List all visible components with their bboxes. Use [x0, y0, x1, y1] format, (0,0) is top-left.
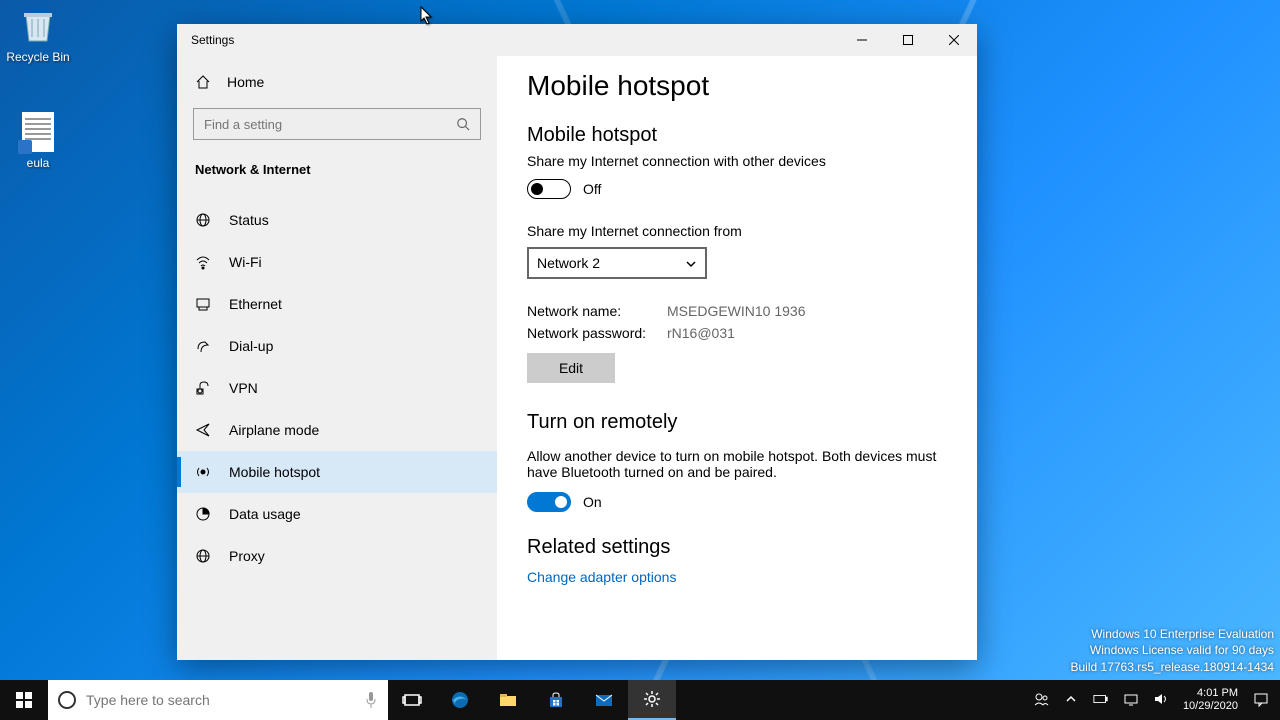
taskbar-app-settings[interactable]	[628, 680, 676, 720]
network-tray-icon[interactable]	[1123, 691, 1139, 710]
sidebar-item-airplane[interactable]: Airplane mode	[177, 409, 497, 451]
remote-toggle-state: On	[583, 494, 602, 510]
vpn-icon	[195, 380, 211, 396]
mouse-cursor	[420, 6, 434, 26]
home-label: Home	[227, 74, 264, 90]
sidebar-item-wifi[interactable]: Wi-Fi	[177, 241, 497, 283]
taskbar-clock[interactable]: 4:01 PM 10/29/2020	[1183, 687, 1238, 713]
airplane-icon	[195, 422, 211, 438]
sidebar-item-datausage[interactable]: Data usage	[177, 493, 497, 535]
status-icon	[195, 212, 211, 228]
hotspot-sub: Share my Internet connection with other …	[527, 153, 947, 169]
taskbar-search[interactable]	[48, 680, 388, 720]
clock-date: 10/29/2020	[1183, 700, 1238, 713]
hotspot-toggle-state: Off	[583, 181, 601, 197]
sidebar-item-label: Status	[229, 212, 269, 228]
datausage-icon	[195, 506, 211, 522]
network-name-value: MSEDGEWIN10 1936	[667, 303, 806, 319]
home-icon	[195, 74, 211, 90]
volume-icon[interactable]	[1153, 691, 1169, 710]
related-heading: Related settings	[527, 536, 947, 559]
sidebar-item-label: VPN	[229, 380, 258, 396]
sidebar-item-label: Mobile hotspot	[229, 464, 320, 480]
sidebar-item-dialup[interactable]: Dial-up	[177, 325, 497, 367]
titlebar[interactable]: Settings	[177, 24, 977, 56]
text-file-icon	[22, 112, 54, 152]
remote-heading: Turn on remotely	[527, 411, 947, 434]
share-from-label: Share my Internet connection from	[527, 223, 947, 239]
sidebar-item-label: Ethernet	[229, 296, 282, 312]
sidebar-item-label: Data usage	[229, 506, 301, 522]
battery-icon[interactable]	[1093, 691, 1109, 710]
sidebar-item-label: Dial-up	[229, 338, 273, 354]
taskbar-app-mail[interactable]	[580, 680, 628, 720]
mic-icon	[364, 691, 378, 709]
sidebar-item-label: Airplane mode	[229, 422, 319, 438]
sidebar-item-hotspot[interactable]: Mobile hotspot	[177, 451, 497, 493]
cortana-icon	[58, 691, 76, 709]
taskbar-app-edge[interactable]	[436, 680, 484, 720]
search-icon	[456, 117, 470, 131]
remote-description: Allow another device to turn on mobile h…	[527, 448, 947, 480]
maximize-button[interactable]	[885, 24, 931, 56]
desktop-icon-recycle-bin[interactable]: Recycle Bin	[0, 4, 76, 64]
remote-toggle[interactable]	[527, 492, 571, 512]
network-password-label: Network password:	[527, 325, 667, 341]
recycle-bin-icon	[17, 4, 59, 46]
sidebar-item-ethernet[interactable]: Ethernet	[177, 283, 497, 325]
ethernet-icon	[195, 296, 211, 312]
chevron-down-icon	[685, 257, 697, 269]
taskbar: 4:01 PM 10/29/2020	[0, 680, 1280, 720]
home-button[interactable]: Home	[177, 64, 497, 100]
hotspot-icon	[195, 464, 211, 480]
share-from-dropdown[interactable]: Network 2	[527, 247, 707, 279]
network-password-value: rN16@031	[667, 325, 735, 341]
action-center-icon[interactable]	[1252, 680, 1270, 720]
dropdown-value: Network 2	[537, 255, 600, 271]
dialup-icon	[195, 338, 211, 354]
sidebar-item-proxy[interactable]: Proxy	[177, 535, 497, 577]
clock-time: 4:01 PM	[1183, 687, 1238, 700]
system-tray[interactable]: 4:01 PM 10/29/2020	[1023, 680, 1280, 720]
change-adapter-link[interactable]: Change adapter options	[527, 569, 947, 585]
minimize-button[interactable]	[839, 24, 885, 56]
tray-chevron-icon[interactable]	[1063, 691, 1079, 710]
taskbar-app-explorer[interactable]	[484, 680, 532, 720]
sidebar-item-label: Proxy	[229, 548, 265, 564]
settings-sidebar: Home Network & Internet Status Wi-Fi Eth…	[177, 56, 497, 660]
settings-search-input[interactable]	[204, 117, 456, 132]
sidebar-item-status[interactable]: Status	[177, 199, 497, 241]
wifi-icon	[195, 254, 211, 270]
window-title: Settings	[177, 33, 234, 47]
settings-content: Mobile hotspot Mobile hotspot Share my I…	[497, 56, 977, 660]
page-title: Mobile hotspot	[527, 70, 947, 102]
settings-search[interactable]	[193, 108, 481, 140]
sidebar-item-label: Wi-Fi	[229, 254, 262, 270]
settings-window: Settings Home Network & Internet Status	[177, 24, 977, 660]
network-name-label: Network name:	[527, 303, 667, 319]
close-button[interactable]	[931, 24, 977, 56]
taskbar-search-input[interactable]	[86, 692, 354, 708]
hotspot-heading: Mobile hotspot	[527, 124, 947, 147]
taskbar-app-store[interactable]	[532, 680, 580, 720]
proxy-icon	[195, 548, 211, 564]
people-icon[interactable]	[1033, 691, 1049, 710]
windows-watermark: Windows 10 Enterprise Evaluation Windows…	[1071, 626, 1275, 676]
edit-button[interactable]: Edit	[527, 353, 615, 383]
desktop-icon-label: eula	[0, 156, 76, 170]
start-button[interactable]	[0, 680, 48, 720]
task-view-button[interactable]	[388, 680, 436, 720]
category-header: Network & Internet	[177, 156, 497, 191]
desktop-icon-eula[interactable]: eula	[0, 112, 76, 170]
sidebar-item-vpn[interactable]: VPN	[177, 367, 497, 409]
hotspot-toggle[interactable]	[527, 179, 571, 199]
desktop-icon-label: Recycle Bin	[0, 50, 76, 64]
